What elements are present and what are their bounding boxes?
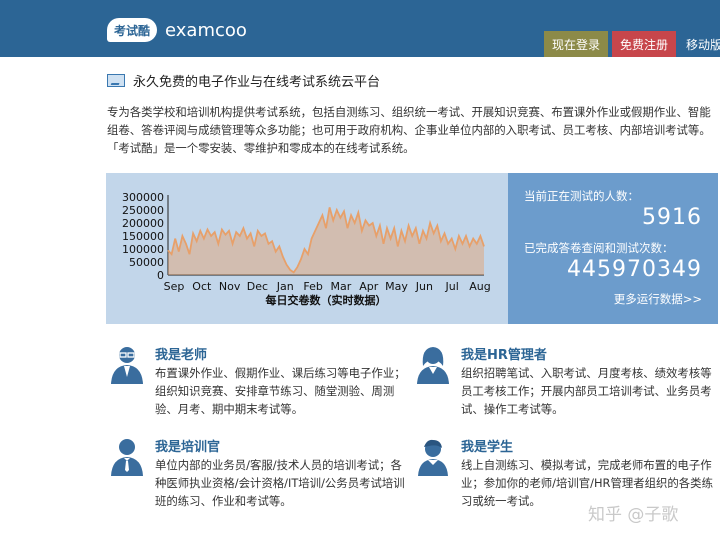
x-tick-label: Jul	[445, 280, 459, 293]
completed-value: 445970349	[567, 257, 702, 282]
x-tick-label: Nov	[219, 280, 241, 293]
x-tick-label: May	[385, 280, 408, 293]
student-icon	[418, 439, 448, 476]
top-header: 考试酷 examcoo 现在登录 免费注册 移动版	[0, 0, 720, 57]
series-area	[168, 207, 484, 275]
x-tick-label: Dec	[247, 280, 268, 293]
completed-label: 已完成答卷查阅和测试次数：	[524, 241, 674, 255]
trainer-icon	[111, 439, 143, 476]
y-tick-label: 300000	[122, 191, 164, 204]
y-tick-label: 100000	[122, 243, 164, 256]
y-tick-label: 200000	[122, 217, 164, 230]
y-tick-label: 50000	[129, 256, 164, 269]
y-tick-label: 250000	[122, 204, 164, 217]
logo-mark: 考试酷	[107, 18, 157, 42]
role-description: 单位内部的业务员/客服/技术人员的培训考试；各种医师执业资格/会计资格/IT培训…	[155, 458, 405, 508]
watermark: 知乎 @子歌	[588, 505, 679, 525]
stats-panel: 300000 250000 200000 150000 100000 50000 0 Sep O…	[106, 173, 718, 324]
brand-name: examcoo	[165, 19, 247, 41]
counter-panel: 当前正在测试的人数： 5916 已完成答卷查阅和测试次数： 445970349 …	[508, 173, 718, 324]
y-tick-label: 150000	[122, 230, 164, 243]
site-logo[interactable]: 考试酷 examcoo	[107, 18, 247, 42]
x-tick-label: Oct	[192, 280, 212, 293]
x-tick-label: Mar	[331, 280, 352, 293]
x-tick-label: Jan	[276, 280, 294, 293]
role-description: 布置课外作业、假期作业、课后练习等电子作业；组织知识竞赛、安排章节练习、随堂测验…	[155, 366, 406, 416]
testing-now-label: 当前正在测试的人数：	[524, 189, 639, 203]
teacher-icon	[111, 347, 143, 384]
x-tick-label: Sep	[164, 280, 185, 293]
x-axis-label: 每日交卷数（实时数据）	[266, 293, 387, 307]
role-title: 我是培训官	[155, 440, 221, 455]
hr-manager-icon	[417, 347, 449, 384]
edit-icon	[107, 74, 125, 87]
x-tick-label: Apr	[359, 280, 379, 293]
role-title: 我是学生	[461, 440, 514, 455]
mobile-version-link[interactable]: 移动版	[680, 31, 720, 57]
testing-now-value: 5916	[642, 205, 702, 230]
more-stats-link[interactable]: 更多运行数据>>	[614, 291, 702, 307]
role-title: 我是HR管理者	[461, 348, 547, 363]
register-button[interactable]: 免费注册	[612, 31, 676, 57]
x-tick-label: Aug	[469, 280, 490, 293]
daily-submissions-chart: 300000250000200000150000100000500000Sep O…	[122, 191, 491, 307]
page-title: 永久免费的电子作业与在线考试系统云平台	[133, 75, 381, 90]
role-description: 组织招聘笔试、入职考试、月度考核、绩效考核等员工考核工作；开展内部员工培训考试、…	[461, 366, 712, 416]
login-button[interactable]: 现在登录	[544, 31, 608, 57]
x-tick-label: Jun	[415, 280, 433, 293]
intro-paragraph: 专为各类学校和培训机构提供考试系统，包括自测练习、组织统一考试、开展知识竞赛、布…	[107, 105, 711, 155]
role-title: 我是老师	[155, 348, 208, 363]
x-tick-label: Feb	[303, 280, 322, 293]
page-title-row: 永久免费的电子作业与在线考试系统云平台	[107, 71, 380, 90]
